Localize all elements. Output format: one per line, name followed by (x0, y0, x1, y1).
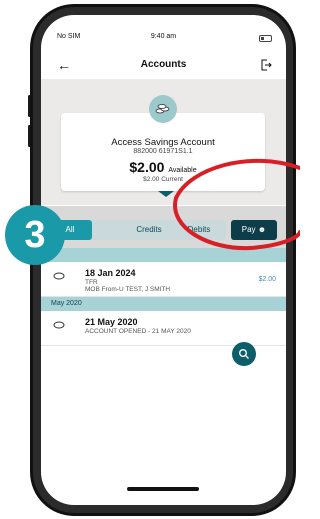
step-number-badge: 3 (5, 205, 65, 265)
